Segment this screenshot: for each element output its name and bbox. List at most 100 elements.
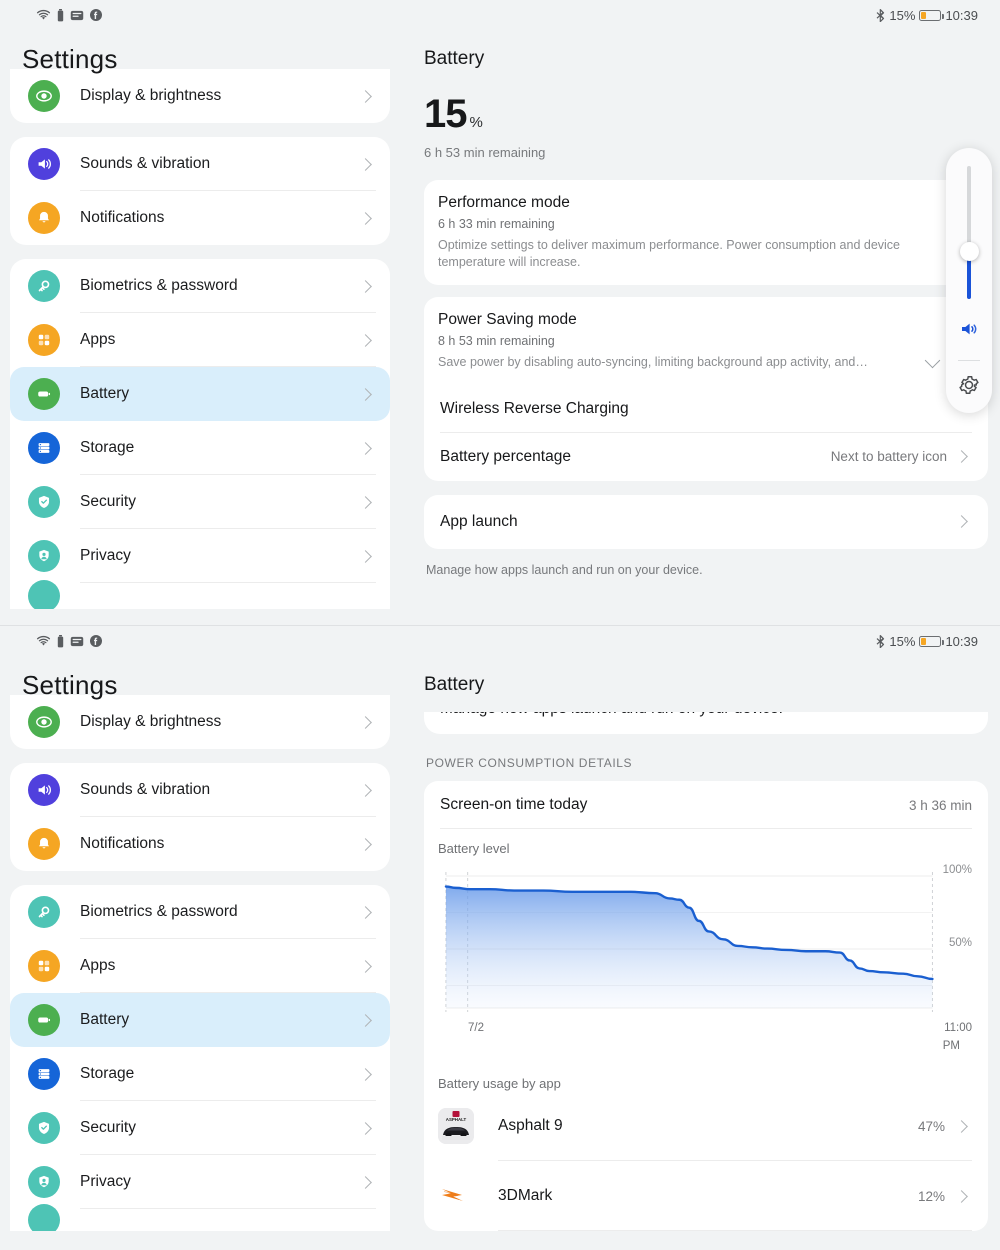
- mode-description: Optimize settings to deliver maximum per…: [438, 238, 901, 269]
- sidebar-item-partial[interactable]: [10, 580, 390, 609]
- sidebar-item-partial[interactable]: [10, 1204, 390, 1231]
- chevron-right-icon: [955, 450, 968, 463]
- person-shield-icon: [28, 540, 60, 572]
- power-consumption-card: Screen-on time today 3 h 36 min Battery …: [424, 781, 988, 1231]
- wifi-icon: [36, 9, 51, 21]
- sidebar-item-battery[interactable]: Battery: [10, 993, 390, 1047]
- status-bar-right: 15% 10:39: [876, 634, 978, 649]
- battery-level-unit: %: [469, 114, 483, 131]
- app-usage-row-3dmark[interactable]: 3DMark 12%: [424, 1161, 988, 1231]
- chart-xtick-start: 7/2: [468, 1022, 484, 1034]
- row-label: App launch: [440, 512, 518, 530]
- status-bar-left-icons: [36, 8, 102, 22]
- sidebar-item-biometrics-password[interactable]: Biometrics & password: [10, 259, 390, 313]
- message-icon: [70, 10, 84, 21]
- battery-vertical-icon: [57, 634, 64, 648]
- sidebar-item-security[interactable]: Security: [10, 475, 390, 529]
- sidebar-item-display-brightness[interactable]: Display & brightness: [10, 695, 390, 749]
- message-icon: [70, 636, 84, 647]
- gear-icon[interactable]: [958, 374, 980, 401]
- app-launch-row[interactable]: App launch: [424, 495, 988, 549]
- status-bar-top: 15% 10:39: [0, 0, 1000, 30]
- asphalt9-icon: ASPHALT: [438, 1108, 474, 1144]
- facebook-icon: [90, 635, 102, 647]
- sidebar-item-sounds-vibration[interactable]: Sounds & vibration: [10, 137, 390, 191]
- power-saving-mode-card[interactable]: Power Saving mode 8 h 53 min remaining S…: [424, 296, 988, 481]
- eye-icon: [28, 80, 60, 112]
- app-launch-card[interactable]: App launch: [424, 494, 988, 549]
- sidebar-item-storage[interactable]: Storage: [10, 421, 390, 475]
- partial-icon: [28, 580, 60, 609]
- shield-check-icon: [28, 1112, 60, 1144]
- detail-title: Battery: [424, 48, 485, 69]
- screen-on-time-row[interactable]: Screen-on time today 3 h 36 min: [424, 781, 988, 829]
- performance-mode-card[interactable]: Performance mode 6 h 33 min remaining Op…: [424, 180, 988, 285]
- storage-icon: [28, 432, 60, 464]
- sidebar-item-sounds-vibration[interactable]: Sounds & vibration: [10, 763, 390, 817]
- chevron-right-icon: [359, 495, 372, 509]
- performance-mode[interactable]: Performance mode 6 h 33 min remaining Op…: [424, 180, 988, 285]
- battery-remaining-text: 6 h 53 min remaining: [424, 145, 546, 160]
- chevron-right-icon: [359, 333, 372, 347]
- chevron-right-icon: [359, 1175, 372, 1189]
- sidebar-item-notifications[interactable]: Notifications: [10, 817, 390, 871]
- sidebar-item-label: Display & brightness: [80, 87, 222, 104]
- battery-vertical-icon: [57, 8, 64, 22]
- sidebar-item-battery[interactable]: Battery: [10, 367, 390, 421]
- row-label: Screen-on time today: [440, 796, 588, 813]
- chevron-right-icon: [359, 279, 372, 293]
- app-usage-row-asphalt9[interactable]: ASPHALT Asphalt 9 47%: [424, 1091, 988, 1161]
- section-header-power-consumption: POWER CONSUMPTION DETAILS: [426, 756, 633, 770]
- status-bar-right: 15% 10:39: [876, 8, 978, 23]
- sidebar-item-security[interactable]: Security: [10, 1101, 390, 1155]
- row-label: Wireless Reverse Charging: [440, 399, 629, 417]
- chart-xtick-end: 11:00: [944, 1022, 972, 1034]
- 3dmark-icon: [438, 1178, 474, 1214]
- sidebar-item-apps[interactable]: Apps: [10, 939, 390, 993]
- sidebar-item-display-brightness[interactable]: Display & brightness: [10, 69, 390, 123]
- speaker-icon[interactable]: [958, 319, 980, 344]
- row-value: Next to battery icon: [830, 449, 947, 465]
- volume-slider-track[interactable]: [959, 166, 979, 300]
- sidebar-item-biometrics-password[interactable]: Biometrics & password: [10, 885, 390, 939]
- status-time: 10:39: [945, 7, 978, 23]
- chevron-right-icon: [955, 515, 968, 528]
- chart-xtick-end-meridiem: PM: [942, 1040, 960, 1052]
- detail-title: Battery: [424, 674, 485, 695]
- chevron-right-icon: [359, 387, 372, 401]
- power-saving-mode[interactable]: Power Saving mode 8 h 53 min remaining S…: [424, 297, 988, 385]
- partial-card-above[interactable]: Manage how apps launch and run on your d…: [424, 712, 988, 734]
- chevron-right-icon: [359, 89, 372, 103]
- wifi-icon: [36, 635, 51, 647]
- key-icon: [28, 270, 60, 302]
- bell-icon: [28, 202, 60, 234]
- chevron-right-icon: [359, 157, 372, 171]
- sidebar-group-display: Display & brightness: [10, 695, 390, 749]
- settings-sidebar[interactable]: Settings Display & brightness Sounds & v…: [0, 656, 400, 1250]
- chevron-right-icon: [359, 959, 372, 973]
- mode-title: Power Saving mode: [438, 310, 577, 328]
- sidebar-item-privacy[interactable]: Privacy: [10, 1155, 390, 1209]
- sidebar-item-apps[interactable]: Apps: [10, 313, 390, 367]
- sidebar-item-storage[interactable]: Storage: [10, 1047, 390, 1101]
- volume-slider-panel[interactable]: [946, 148, 992, 413]
- eye-icon: [28, 706, 60, 738]
- app-battery-percent: 12%: [917, 1188, 945, 1204]
- chart-title: Battery level: [438, 841, 510, 856]
- status-battery-icon: [919, 635, 945, 647]
- chevron-right-icon: [359, 837, 372, 851]
- volume-slider-knob[interactable]: [959, 241, 979, 261]
- battery-level-number: 15: [424, 92, 467, 136]
- partial-icon: [28, 1204, 60, 1231]
- sidebar-group-system: Biometrics & password Apps Battery Stora…: [10, 885, 390, 1231]
- sidebar-item-notifications[interactable]: Notifications: [10, 191, 390, 245]
- wireless-reverse-charging-row[interactable]: Wireless Reverse Charging: [424, 385, 988, 433]
- chevron-down-icon[interactable]: [924, 352, 941, 368]
- sidebar-item-label: Apps: [80, 957, 116, 974]
- sidebar-item-label: Privacy: [80, 1173, 131, 1190]
- settings-sidebar[interactable]: Settings Display & brightness Sounds & v…: [0, 30, 400, 625]
- storage-icon: [28, 1058, 60, 1090]
- battery-percentage-row[interactable]: Battery percentage Next to battery icon: [424, 433, 988, 481]
- battery-level-display: 15 %: [412, 70, 1000, 137]
- sidebar-item-privacy[interactable]: Privacy: [10, 529, 390, 583]
